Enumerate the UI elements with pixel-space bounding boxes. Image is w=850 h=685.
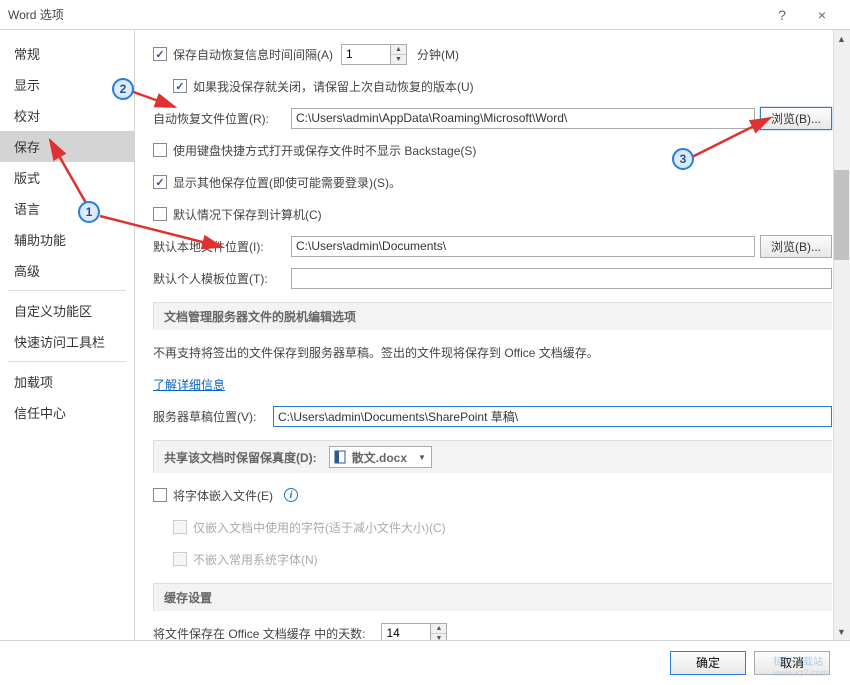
scroll-down-icon[interactable]: ▼ (834, 623, 849, 640)
offline-section-header: 文档管理服务器文件的脱机编辑选项 (153, 302, 832, 330)
backstage-label: 使用键盘快捷方式打开或保存文件时不显示 Backstage(S) (173, 142, 476, 159)
learn-more-link[interactable]: 了解详细信息 (153, 376, 225, 393)
embed-fonts-checkbox[interactable] (153, 488, 167, 502)
offline-note: 不再支持将签出的文件保存到服务器草稿。签出的文件现将保存到 Office 文档缓… (153, 344, 599, 361)
default-local-input[interactable] (291, 236, 755, 257)
sidebar-item-save[interactable]: 保存 (0, 131, 134, 162)
sidebar-item-addins[interactable]: 加载项 (0, 366, 134, 397)
keep-last-checkbox[interactable] (173, 79, 187, 93)
autorecover-minutes-input[interactable] (341, 44, 391, 65)
sidebar: 常规 显示 校对 保存 版式 语言 辅助功能 高级 自定义功能区 快速访问工具栏… (0, 30, 135, 640)
fidelity-doc-combo[interactable]: 散文.docx ▼ (329, 446, 432, 468)
sidebar-item-language[interactable]: 语言 (0, 193, 134, 224)
server-draft-label: 服务器草稿位置(V): (153, 408, 265, 425)
default-template-label: 默认个人模板位置(T): (153, 270, 283, 287)
fidelity-doc-name: 散文.docx (352, 449, 407, 466)
sidebar-item-customize-ribbon[interactable]: 自定义功能区 (0, 295, 134, 326)
sidebar-item-advanced[interactable]: 高级 (0, 255, 134, 286)
backstage-checkbox[interactable] (153, 143, 167, 157)
sidebar-item-proofing[interactable]: 校对 (0, 100, 134, 131)
sidebar-item-trust-center[interactable]: 信任中心 (0, 397, 134, 428)
cancel-button[interactable]: 取消 (754, 651, 830, 675)
browse-local-button[interactable]: 浏览(B)... (760, 235, 832, 258)
embed-fonts-label: 将字体嵌入文件(E) (173, 487, 273, 504)
cache-days-spinner[interactable]: ▲▼ (431, 623, 447, 641)
sidebar-item-accessibility[interactable]: 辅助功能 (0, 224, 134, 255)
browse-autorecover-button[interactable]: 浏览(B)... (760, 107, 832, 130)
autorecover-spinner[interactable]: ▲▼ (391, 44, 407, 65)
sidebar-item-display[interactable]: 显示 (0, 69, 134, 100)
content-pane: 保存自动恢复信息时间间隔(A) ▲▼ 分钟(M) 如果我没保存就关闭，请保留上次… (135, 30, 850, 640)
chevron-down-icon: ▼ (415, 453, 429, 462)
info-icon[interactable]: i (284, 488, 298, 502)
default-computer-label: 默认情况下保存到计算机(C) (173, 206, 322, 223)
embed-system-label: 不嵌入常用系统字体(N) (193, 551, 318, 568)
scrollbar-thumb[interactable] (834, 170, 849, 260)
embed-used-checkbox (173, 520, 187, 534)
sidebar-item-layout[interactable]: 版式 (0, 162, 134, 193)
titlebar: Word 选项 ? × (0, 0, 850, 30)
cache-section-header: 缓存设置 (153, 583, 832, 611)
default-template-input[interactable] (291, 268, 832, 289)
close-button[interactable]: × (802, 1, 842, 29)
fidelity-header-label: 共享该文档时保留保真度(D): (164, 449, 317, 466)
autorecover-loc-label: 自动恢复文件位置(R): (153, 110, 283, 127)
default-local-label: 默认本地文件位置(I): (153, 238, 283, 255)
default-computer-checkbox[interactable] (153, 207, 167, 221)
autorecover-checkbox[interactable] (153, 47, 167, 61)
ok-button[interactable]: 确定 (670, 651, 746, 675)
embed-used-label: 仅嵌入文档中使用的字符(适于减小文件大小)(C) (193, 519, 446, 536)
scroll-up-icon[interactable]: ▲ (834, 30, 849, 47)
vertical-scrollbar[interactable]: ▲ ▼ (833, 30, 850, 640)
autorecover-loc-input[interactable] (291, 108, 755, 129)
window-title: Word 选项 (8, 6, 762, 23)
embed-system-checkbox (173, 552, 187, 566)
sidebar-item-quick-access[interactable]: 快速访问工具栏 (0, 326, 134, 357)
sidebar-item-general[interactable]: 常规 (0, 38, 134, 69)
server-draft-input[interactable] (273, 406, 832, 427)
autorecover-unit-label: 分钟(M) (417, 46, 459, 63)
keep-last-label: 如果我没保存就关闭，请保留上次自动恢复的版本(U) (193, 78, 474, 95)
show-other-checkbox[interactable] (153, 175, 167, 189)
cache-days-input[interactable] (381, 623, 431, 641)
cache-days-label: 将文件保存在 Office 文档缓存 中的天数: (153, 625, 365, 641)
fidelity-section-header: 共享该文档时保留保真度(D): 散文.docx ▼ (153, 440, 832, 473)
autorecover-label: 保存自动恢复信息时间间隔(A) (173, 46, 333, 63)
document-icon (334, 450, 348, 464)
show-other-label: 显示其他保存位置(即使可能需要登录)(S)。 (173, 174, 401, 191)
dialog-footer: 确定 取消 极光下载站 www.xz7.com (0, 640, 850, 684)
help-button[interactable]: ? (762, 1, 802, 29)
